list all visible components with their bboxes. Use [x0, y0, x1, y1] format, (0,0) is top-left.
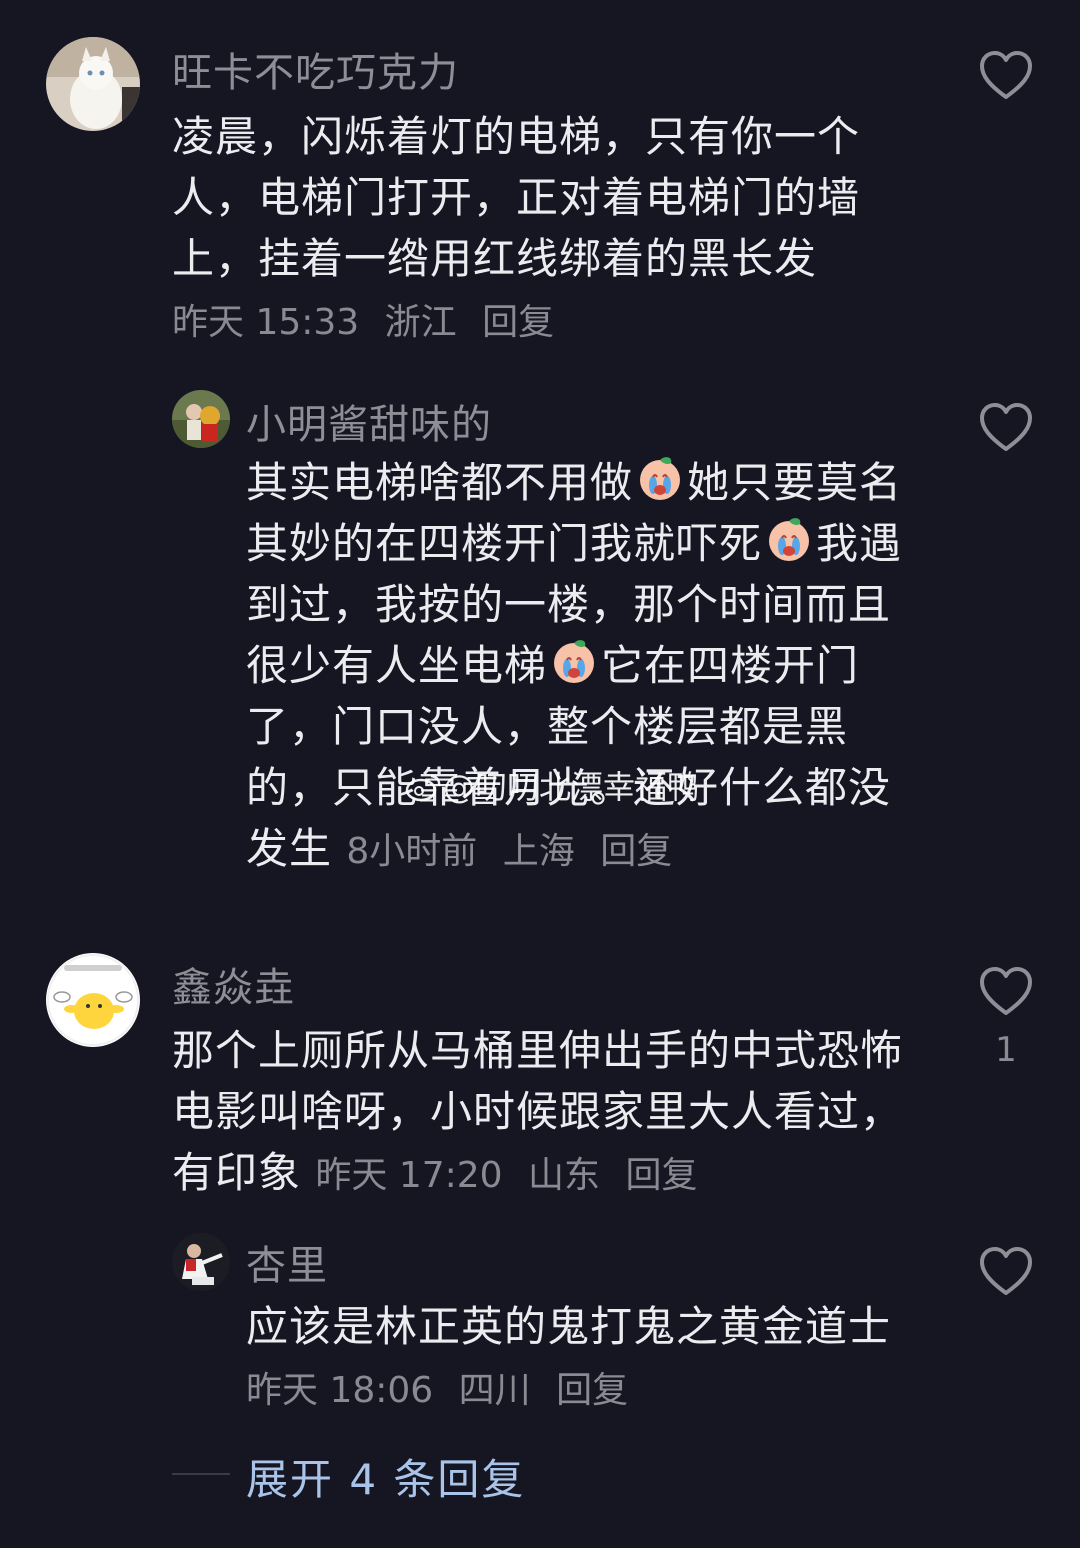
reply-button[interactable]: 回复 — [600, 831, 672, 872]
heart-outline-icon — [980, 967, 1032, 1015]
username[interactable]: 鑫焱垚 — [172, 955, 295, 1013]
crying-face-icon — [640, 457, 681, 500]
expand-divider — [172, 1473, 230, 1475]
username[interactable]: 杏里 — [246, 1233, 328, 1291]
like-button[interactable] — [978, 50, 1034, 102]
avatar[interactable] — [172, 1233, 230, 1291]
comment-time: 8小时前 — [346, 831, 478, 872]
comment-location: 上海 — [502, 831, 575, 872]
heart-outline-icon — [980, 1247, 1032, 1295]
comment-location: 四川 — [458, 1370, 531, 1411]
weibo-logo-icon — [405, 774, 441, 802]
comment-body: 凌晨，闪烁着灯的电梯，只有你一个人，电梯门打开，正对着电梯门的墙上，挂着一绺用红… — [172, 112, 861, 283]
comment-meta: 昨天 18:06 四川 回复 — [246, 1370, 642, 1411]
comment-text: 应该是林正英的鬼打鬼之黄金道士 昨天 18:06 四川 回复 — [246, 1296, 906, 1421]
watermark-text: @叨叨北漂幸福鸭 — [443, 768, 700, 806]
like-button[interactable] — [978, 1246, 1034, 1298]
crying-face-icon — [769, 518, 810, 561]
watermark: @叨叨北漂幸福鸭 — [405, 762, 699, 808]
comment-text: 其实电梯啥都不用做 她只要莫名其妙的在四楼开门我就吓死 我遇到过，我按的一楼，那个时… — [246, 452, 906, 882]
reply-button[interactable]: 回复 — [626, 1155, 698, 1196]
like-button[interactable] — [978, 966, 1034, 1018]
comment-time: 昨天 15:33 — [172, 302, 360, 343]
comment-location: 山东 — [528, 1155, 601, 1196]
avatar[interactable] — [46, 953, 140, 1047]
comment-time: 昨天 17:20 — [315, 1155, 503, 1196]
comment-meta: 昨天 17:20 山东 回复 — [315, 1155, 711, 1196]
comment-meta: 8小时前 上海 回复 — [346, 831, 686, 872]
avatar[interactable] — [46, 37, 140, 131]
heart-outline-icon — [980, 51, 1032, 99]
comment-text: 凌晨，闪烁着灯的电梯，只有你一个人，电梯门打开，正对着电梯门的墙上，挂着一绺用红… — [172, 106, 912, 353]
heart-outline-icon — [980, 403, 1032, 451]
username[interactable]: 小明酱甜味的 — [246, 392, 492, 450]
comment-location: 浙江 — [384, 302, 457, 343]
reply-button[interactable]: 回复 — [482, 302, 554, 343]
username[interactable]: 旺卡不吃巧克力 — [172, 40, 459, 98]
expand-replies-button[interactable]: 展开 4 条回复 — [246, 1446, 525, 1507]
like-count: 1 — [995, 1030, 1017, 1070]
avatar[interactable] — [172, 390, 230, 448]
reply-button[interactable]: 回复 — [556, 1370, 628, 1411]
comment-time: 昨天 18:06 — [246, 1370, 434, 1411]
comment-body: 应该是林正英的鬼打鬼之黄金道士 — [246, 1302, 892, 1351]
like-button[interactable] — [978, 402, 1034, 454]
crying-face-icon — [554, 640, 595, 683]
comment-body-part: 其实电梯啥都不用做 — [246, 458, 634, 507]
comment-text: 那个上厕所从马桶里伸出手的中式恐怖电影叫啥呀，小时候跟家里大人看过，有印象 昨天… — [172, 1020, 912, 1206]
comment-meta: 昨天 15:33 浙江 回复 — [172, 302, 568, 343]
